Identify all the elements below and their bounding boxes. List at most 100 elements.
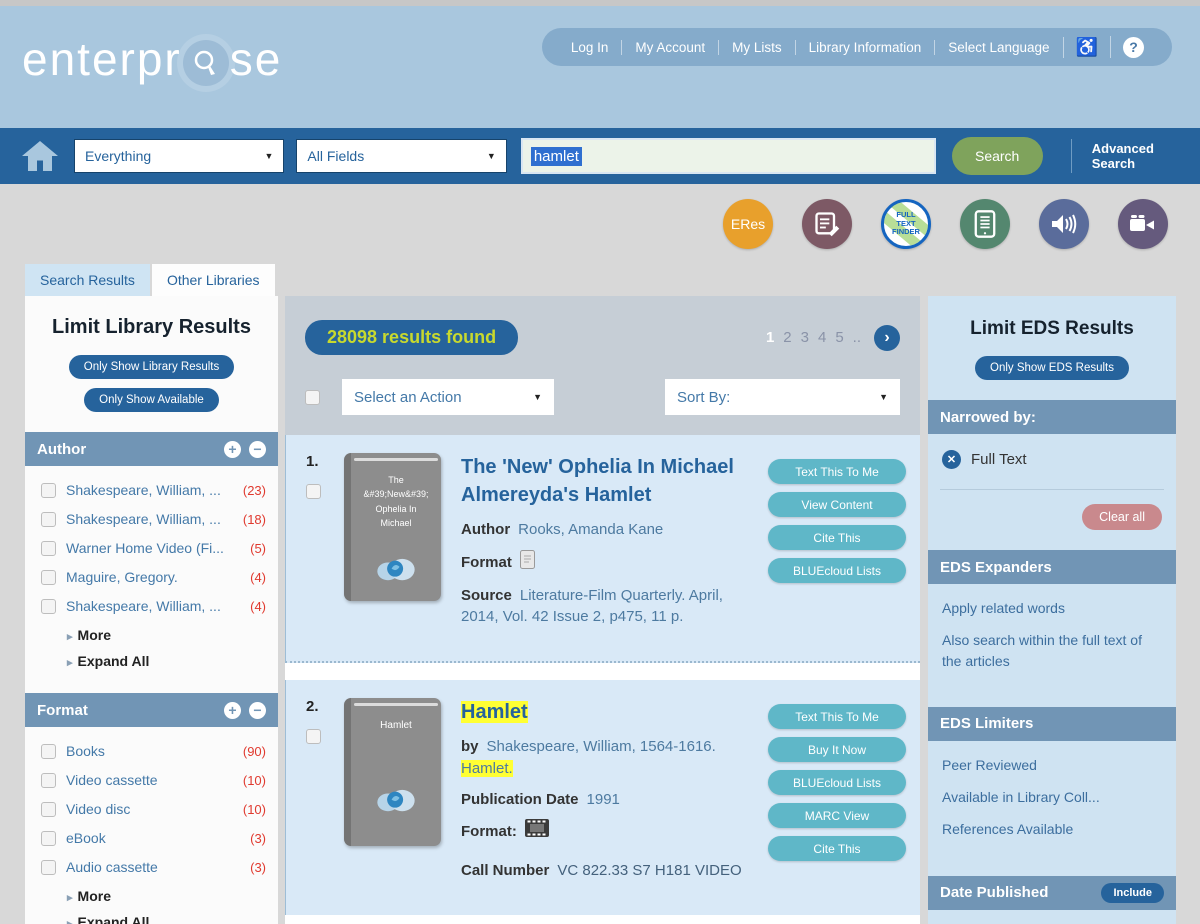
audio-speaker-icon[interactable] (1039, 199, 1089, 249)
facet-expand-icon[interactable]: + (224, 702, 241, 719)
author-facet-header: Author + − (25, 432, 278, 466)
facet-label[interactable]: Video cassette (66, 772, 237, 788)
notepad-pencil-icon[interactable] (802, 199, 852, 249)
page-3[interactable]: 3 (801, 329, 809, 346)
book-cover[interactable]: The &#39;New&#39; Ophelia In Michael (344, 453, 441, 601)
nav-log-in[interactable]: Log In (558, 40, 622, 55)
facet-checkbox[interactable] (41, 773, 56, 788)
result-number: 1. (306, 453, 344, 470)
page-5[interactable]: 5 (835, 329, 843, 346)
tab-search-results[interactable]: Search Results (25, 264, 150, 296)
cite-this-button[interactable]: Cite This (768, 836, 906, 861)
include-button[interactable]: Include (1101, 883, 1164, 903)
page-1[interactable]: 1 (766, 329, 774, 346)
nav-my-account[interactable]: My Account (621, 40, 718, 55)
facet-checkbox[interactable] (41, 541, 56, 556)
facet-count: (10) (243, 802, 266, 817)
bluecloud-lists-button[interactable]: BLUEcloud Lists (768, 770, 906, 795)
search-input[interactable]: hamlet (521, 138, 936, 174)
enterprise-logo[interactable]: enterprse (22, 32, 282, 86)
limiter-link[interactable]: Peer Reviewed (942, 755, 1162, 775)
author-value[interactable]: Shakespeare, William, 1564-1616. (487, 738, 716, 755)
author-facet: Author + − Shakespeare, William, ... (23… (25, 432, 278, 673)
view-content-button[interactable]: View Content (768, 492, 906, 517)
limiter-link[interactable]: References Available (942, 819, 1162, 839)
facet-label[interactable]: Warner Home Video (Fi... (66, 540, 244, 556)
video-camera-icon[interactable] (1118, 199, 1168, 249)
facet-checkbox[interactable] (41, 570, 56, 585)
ereader-icon[interactable] (960, 199, 1010, 249)
expander-link[interactable]: Also search within the full text of the … (942, 630, 1162, 671)
facet-checkbox[interactable] (41, 860, 56, 875)
remove-filter-icon[interactable]: ✕ (942, 450, 961, 469)
facet-collapse-icon[interactable]: − (249, 441, 266, 458)
facet-collapse-icon[interactable]: − (249, 702, 266, 719)
search-button[interactable]: Search (952, 137, 1043, 175)
only-show-eds-results-button[interactable]: Only Show EDS Results (975, 356, 1129, 380)
buy-it-now-button[interactable]: Buy It Now (768, 737, 906, 762)
accessibility-icon[interactable]: ♿ (1063, 37, 1110, 58)
author-more-link[interactable]: ▸More (67, 627, 266, 643)
select-all-checkbox[interactable] (305, 390, 320, 405)
facet-checkbox[interactable] (41, 483, 56, 498)
only-show-available-button[interactable]: Only Show Available (84, 388, 219, 412)
result-title-link[interactable]: Hamlet (461, 698, 750, 726)
facet-checkbox[interactable] (41, 512, 56, 527)
nav-select-language[interactable]: Select Language (934, 40, 1062, 55)
result-title-link[interactable]: The 'New' Ophelia In Michael Almereyda's… (461, 453, 750, 509)
only-show-library-results-button[interactable]: Only Show Library Results (69, 355, 235, 379)
facet-label[interactable]: Shakespeare, William, ... (66, 482, 237, 498)
facet-checkbox[interactable] (41, 831, 56, 846)
arrow-right-icon: ▸ (67, 631, 73, 643)
select-action-dropdown[interactable]: Select an Action ▼ (342, 379, 554, 415)
full-text-finder-icon[interactable]: FULL TEXT FINDER (881, 199, 931, 249)
text-this-to-me-button[interactable]: Text This To Me (768, 459, 906, 484)
page-4[interactable]: 4 (818, 329, 826, 346)
search-scope-select[interactable]: Everything ▼ (74, 139, 284, 173)
facet-label[interactable]: Books (66, 743, 237, 759)
limit-eds-results-panel: Limit EDS Results Only Show EDS Results … (928, 296, 1176, 924)
facet-label[interactable]: Shakespeare, William, ... (66, 598, 244, 614)
author-label: Author (461, 521, 510, 538)
result-checkbox[interactable] (306, 484, 321, 499)
advanced-search-link[interactable]: Advanced Search (1092, 141, 1200, 171)
facet-label[interactable]: eBook (66, 830, 244, 846)
sort-by-dropdown[interactable]: Sort By: ▼ (665, 379, 900, 415)
facet-label[interactable]: Video disc (66, 801, 237, 817)
author-value[interactable]: Rooks, Amanda Kane (518, 521, 663, 538)
result-checkbox[interactable] (306, 729, 321, 744)
home-icon[interactable] (22, 141, 58, 171)
highlighted-term: Hamlet. (461, 760, 513, 777)
format-expand-all-link[interactable]: ▸Expand All (67, 914, 266, 924)
limiter-link[interactable]: Available in Library Coll... (942, 787, 1162, 807)
expander-link[interactable]: Apply related words (942, 598, 1162, 618)
search-query-selected-text: hamlet (531, 147, 582, 166)
result-actions: Text This To Me View Content Cite This B… (756, 453, 906, 637)
facet-checkbox[interactable] (41, 802, 56, 817)
book-cover[interactable]: Hamlet (344, 698, 441, 846)
facet-checkbox[interactable] (41, 744, 56, 759)
facet-label[interactable]: Audio cassette (66, 859, 244, 875)
eres-button[interactable]: ERes (723, 199, 773, 249)
page-2[interactable]: 2 (783, 329, 791, 346)
nav-my-lists[interactable]: My Lists (718, 40, 795, 55)
page: enterprse Log In My Account My Lists Lib… (0, 0, 1200, 924)
clear-all-button[interactable]: Clear all (1082, 504, 1162, 530)
text-this-to-me-button[interactable]: Text This To Me (768, 704, 906, 729)
facet-checkbox[interactable] (41, 599, 56, 614)
facet-label[interactable]: Shakespeare, William, ... (66, 511, 237, 527)
format-facet: Format + − Books (90) Video cassette (25, 693, 278, 924)
marc-view-button[interactable]: MARC View (768, 803, 906, 828)
tab-other-libraries[interactable]: Other Libraries (152, 264, 275, 296)
format-more-link[interactable]: ▸More (67, 888, 266, 904)
help-button[interactable]: ? (1110, 36, 1156, 58)
bluecloud-lists-button[interactable]: BLUEcloud Lists (768, 558, 906, 583)
facet-label[interactable]: Maguire, Gregory. (66, 569, 244, 585)
nav-library-information[interactable]: Library Information (795, 40, 935, 55)
next-page-button[interactable]: › (874, 325, 900, 351)
article-format-icon (520, 550, 535, 576)
author-expand-all-link[interactable]: ▸Expand All (67, 653, 266, 669)
facet-expand-icon[interactable]: + (224, 441, 241, 458)
cite-this-button[interactable]: Cite This (768, 525, 906, 550)
search-fields-select[interactable]: All Fields ▼ (296, 139, 506, 173)
